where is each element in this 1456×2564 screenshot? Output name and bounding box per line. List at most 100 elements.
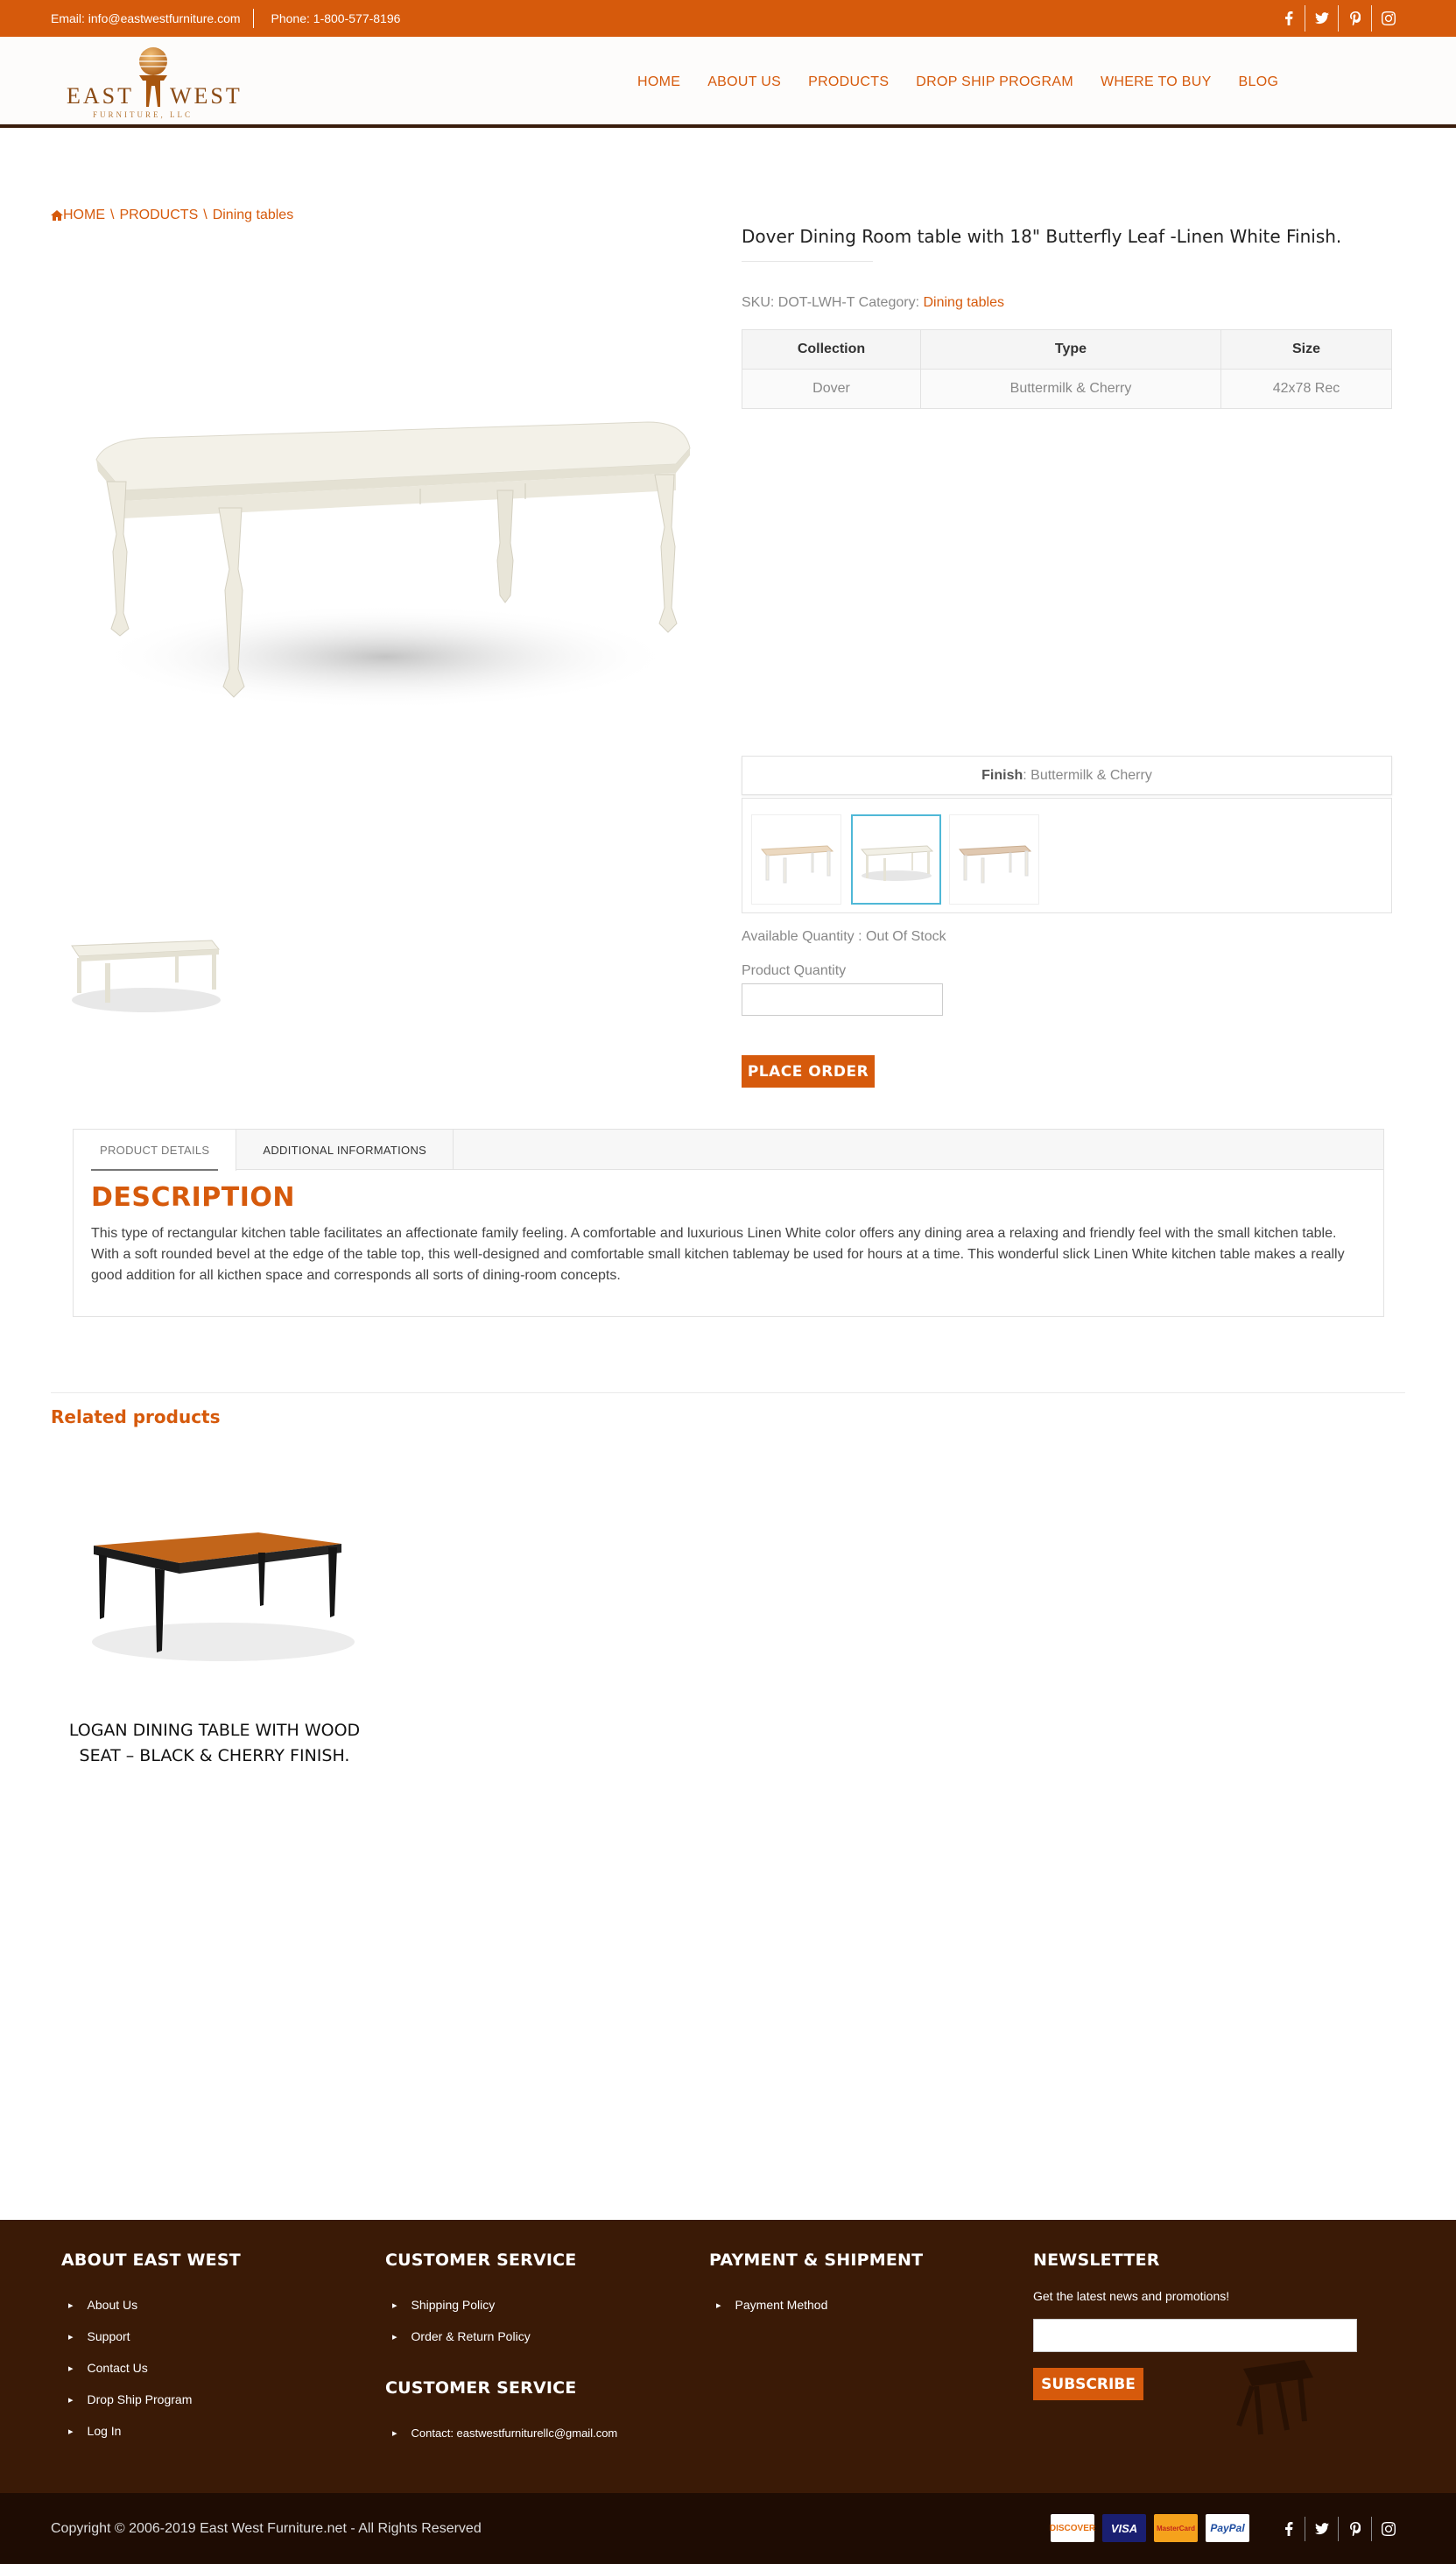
breadcrumb-home[interactable]: HOME [63, 208, 105, 223]
nav-about-us[interactable]: ABOUT US [707, 74, 781, 90]
pinterest-icon[interactable] [1339, 2516, 1372, 2541]
footer-about: ABOUT EAST WEST About Us Support Contact… [61, 2251, 241, 2447]
subscribe-button[interactable]: SUBSCRIBE [1033, 2368, 1143, 2400]
newsletter-title: NEWSLETTER [1033, 2251, 1160, 2270]
finish-value: : Buttermilk & Cherry [1023, 767, 1152, 783]
product-main-image[interactable] [53, 368, 727, 753]
breadcrumb-separator: \ [203, 208, 207, 222]
footer-link-about-us[interactable]: About Us [61, 2289, 241, 2321]
divider [252, 9, 254, 28]
footer-contact-email[interactable]: Contact: eastwestfurniturellc@gmail.com [385, 2417, 618, 2448]
newsletter-email-input[interactable] [1033, 2319, 1357, 2352]
breadcrumb-separator: \ [110, 208, 115, 222]
footer-cs2-title: CUSTOMER SERVICE [385, 2378, 577, 2398]
copyright: Copyright © 2006-2019 East West Furnitur… [51, 2520, 482, 2536]
footer-link-payment[interactable]: Payment Method [709, 2289, 923, 2321]
related-product-image[interactable] [83, 1511, 355, 1668]
footer-cs-title: CUSTOMER SERVICE [385, 2251, 577, 2270]
chair-decoration-icon [1226, 2351, 1322, 2443]
col-collection: Collection [742, 329, 921, 370]
discover-card-icon: DISCOVER [1050, 2514, 1095, 2542]
product-thumbnail[interactable] [63, 921, 229, 1026]
cell-collection: Dover [742, 369, 921, 409]
svg-text:EAST: EAST [67, 83, 134, 109]
top-email[interactable]: Email: info@eastwestfurniture.com [51, 11, 241, 25]
top-social [1272, 0, 1405, 37]
tab-product-details[interactable]: PRODUCT DETAILS [74, 1130, 237, 1171]
nav-where-to-buy[interactable]: WHERE TO BUY [1101, 74, 1212, 90]
bottom-social [1272, 2493, 1405, 2564]
footer-link-contact-us[interactable]: Contact Us [61, 2352, 241, 2384]
col-type: Type [920, 329, 1221, 370]
finish-display: Finish : Buttermilk & Cherry [742, 756, 1392, 795]
finish-swatches [742, 798, 1392, 913]
mastercard-icon: MasterCard [1154, 2514, 1198, 2542]
footer-link-support[interactable]: Support [61, 2321, 241, 2352]
top-bar: Email: info@eastwestfurniture.com Phone:… [0, 0, 1456, 37]
tab-additional-info[interactable]: ADDITIONAL INFORMATIONS [236, 1130, 454, 1170]
place-order-button[interactable]: PLACE ORDER [742, 1055, 875, 1088]
finish-label: Finish [981, 767, 1023, 783]
paypal-icon: PayPal [1206, 2514, 1249, 2542]
product-tabs: PRODUCT DETAILS ADDITIONAL INFORMATIONS … [73, 1129, 1384, 1317]
nav-products[interactable]: PRODUCTS [808, 74, 889, 90]
facebook-icon[interactable] [1272, 5, 1305, 32]
sku-value: DOT-LWH-T [777, 295, 855, 310]
twitter-icon[interactable] [1305, 5, 1339, 32]
col-size: Size [1220, 329, 1392, 370]
finish-swatch-1[interactable] [751, 814, 841, 905]
related-product-name[interactable]: LOGAN DINING TABLE WITH WOOD SEAT – BLAC… [66, 1718, 363, 1769]
footer-about-title: ABOUT EAST WEST [61, 2251, 241, 2270]
breadcrumb-products[interactable]: PRODUCTS [119, 208, 198, 223]
quantity-label: Product Quantity [742, 963, 847, 978]
payment-cards: DISCOVER VISA MasterCard PayPal [1050, 2514, 1257, 2542]
tab-bar: PRODUCT DETAILS ADDITIONAL INFORMATIONS [74, 1130, 1383, 1171]
nav-home[interactable]: HOME [637, 74, 680, 90]
cell-type: Buttermilk & Cherry [920, 369, 1221, 409]
home-icon [51, 210, 63, 221]
category-label: Category: [858, 295, 920, 310]
pinterest-icon[interactable] [1339, 5, 1372, 32]
visa-card-icon: VISA [1102, 2514, 1146, 2542]
main-nav: HOME ABOUT US PRODUCTS DROP SHIP PROGRAM… [637, 37, 1305, 128]
footer-payment-title: PAYMENT & SHIPMENT [709, 2251, 924, 2270]
description-text: This type of rectangular kitchen table f… [91, 1226, 1345, 1283]
site-footer: ABOUT EAST WEST About Us Support Contact… [0, 2220, 1456, 2493]
footer-link-shipping[interactable]: Shipping Policy [385, 2289, 617, 2321]
footer-link-log-in[interactable]: Log In [61, 2415, 241, 2447]
breadcrumb: HOME \ PRODUCTS \ Dining tables [51, 208, 293, 223]
svg-text:WEST: WEST [170, 83, 243, 109]
top-contact: Email: info@eastwestfurniture.com Phone:… [51, 0, 400, 37]
site-header: EAST WEST FURNITURE, LLC HOME ABOUT US P… [0, 37, 1456, 128]
table-header-row: Collection Type Size [742, 329, 1392, 370]
availability: Available Quantity : Out Of Stock [742, 929, 946, 944]
top-phone[interactable]: Phone: 1-800-577-8196 [271, 11, 401, 25]
quantity-input[interactable] [742, 983, 943, 1016]
finish-swatch-3[interactable] [949, 814, 1039, 905]
footer-link-return[interactable]: Order & Return Policy [385, 2321, 617, 2352]
nav-blog[interactable]: BLOG [1239, 74, 1279, 90]
product-meta: SKU: DOT-LWH-T Category: Dining tables [742, 295, 1004, 311]
table-row: Dover Buttermilk & Cherry 42x78 Rec [742, 369, 1392, 409]
svg-text:FURNITURE, LLC: FURNITURE, LLC [93, 110, 193, 119]
spec-table: Collection Type Size Dover Buttermilk & … [742, 329, 1392, 409]
twitter-icon[interactable] [1305, 2516, 1339, 2541]
footer-link-drop-ship[interactable]: Drop Ship Program [61, 2384, 241, 2415]
nav-drop-ship[interactable]: DROP SHIP PROGRAM [916, 74, 1073, 90]
title-divider [742, 261, 873, 262]
cell-size: 42x78 Rec [1220, 369, 1392, 409]
section-divider [51, 1392, 1405, 1393]
instagram-icon[interactable] [1372, 5, 1405, 32]
east-west-logo[interactable]: EAST WEST FURNITURE, LLC [67, 44, 250, 123]
footer-customer-service: CUSTOMER SERVICE Shipping Policy Order &… [385, 2251, 617, 2448]
category-link[interactable]: Dining tables [923, 295, 1004, 310]
finish-swatch-2[interactable] [851, 814, 941, 905]
footer-payment: PAYMENT & SHIPMENT Payment Method [709, 2251, 923, 2321]
related-products-title: Related products [51, 1406, 221, 1427]
breadcrumb-category[interactable]: Dining tables [213, 208, 294, 223]
facebook-icon[interactable] [1272, 2516, 1305, 2541]
sku-label: SKU: [742, 295, 775, 310]
newsletter-text: Get the latest news and promotions! [1033, 2289, 1230, 2303]
bottom-bar: Copyright © 2006-2019 East West Furnitur… [0, 2493, 1456, 2564]
instagram-icon[interactable] [1372, 2517, 1405, 2541]
